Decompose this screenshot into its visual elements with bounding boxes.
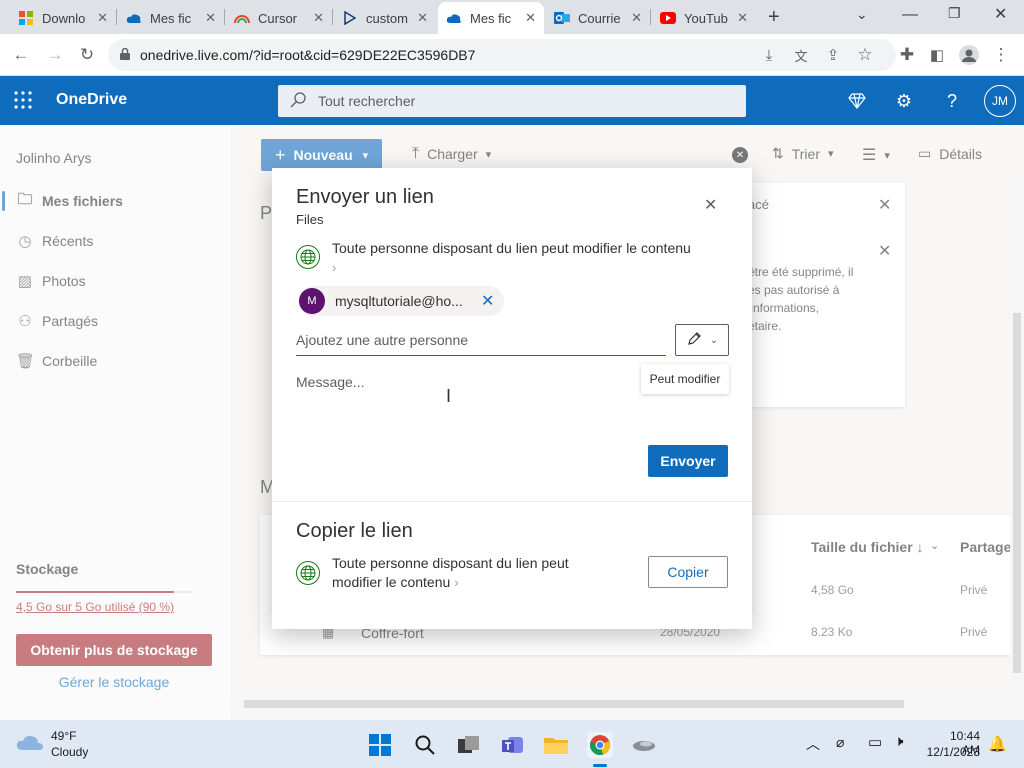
recipient-avatar: M — [299, 288, 325, 314]
address-toolbar: ← → ↻ onedrive.live.com/?id=root&cid=629… — [0, 34, 1024, 76]
extensions-puzzle-icon[interactable]: ✚ — [896, 44, 918, 66]
permission-tooltip: Peut modifier — [641, 364, 729, 394]
tab-custom[interactable]: custom ✕ — [334, 2, 436, 34]
share-icon[interactable]: ⇪ — [822, 44, 844, 66]
copy-link-title: Copier le lien — [296, 520, 413, 542]
browser-tab-strip: Downlo ✕ Mes fic ✕ Cursor ✕ custom ✕ Mes… — [0, 0, 1024, 34]
chevron-right-icon: › — [332, 260, 337, 275]
cloud-weather-icon[interactable] — [16, 732, 44, 755]
rainbow-icon — [234, 10, 250, 26]
play-arrow-icon — [342, 10, 358, 26]
copy-button[interactable]: Copier — [648, 556, 728, 588]
task-view-icon[interactable] — [456, 732, 482, 758]
volume-muted-icon[interactable]: 🕨 — [894, 733, 903, 750]
back-arrow-icon[interactable]: ← — [10, 44, 32, 66]
tab-courrier[interactable]: Courrie ✕ — [546, 2, 650, 34]
bookmark-star-icon[interactable]: ☆ — [854, 44, 876, 66]
file-explorer-icon[interactable] — [543, 732, 569, 758]
recipient-chip: M mysqltutoriale@ho... ✕ — [298, 286, 504, 316]
chevron-down-icon: ⌄ — [709, 334, 719, 346]
chevron-up-icon[interactable]: ︿ — [806, 734, 820, 754]
close-tab-icon[interactable]: ✕ — [631, 10, 642, 26]
add-person-input[interactable]: Ajoutez une autre personne — [296, 324, 666, 356]
profile-icon[interactable] — [958, 44, 980, 66]
avatar[interactable]: JM — [984, 85, 1016, 117]
close-window-icon[interactable]: ✕ — [994, 4, 1007, 24]
close-tab-icon[interactable]: ✕ — [97, 10, 108, 26]
premium-diamond-icon[interactable] — [846, 90, 868, 112]
clock-date[interactable]: 12/1/2023 — [922, 745, 980, 759]
search-icon[interactable] — [412, 732, 438, 758]
send-link-dialog: Envoyer un lien Files ✕ Toute personne d… — [272, 168, 752, 629]
mouse-app-icon[interactable] — [631, 732, 657, 758]
divider — [272, 501, 752, 502]
start-windows-icon[interactable] — [367, 732, 393, 758]
globe-icon — [296, 561, 320, 585]
outlook-icon — [554, 10, 570, 26]
url-text: onedrive.live.com/?id=root&cid=629DE22EC… — [140, 47, 476, 63]
settings-gear-icon[interactable]: ⚙ — [893, 90, 915, 112]
close-tab-icon[interactable]: ✕ — [525, 10, 536, 26]
tab-mes-fichiers-active[interactable]: Mes fic ✕ — [438, 2, 544, 34]
onedrive-cloud-icon — [446, 10, 462, 26]
pencil-icon — [686, 331, 702, 350]
teams-icon[interactable] — [500, 732, 526, 758]
app-launcher-icon[interactable] — [14, 91, 32, 112]
search-placeholder: Tout rechercher — [318, 93, 416, 109]
copy-link-permission-setting[interactable]: Toute personne disposant du lien peut mo… — [332, 554, 612, 592]
close-tab-icon[interactable]: ✕ — [205, 10, 216, 26]
install-app-icon[interactable]: ⤓ — [758, 44, 780, 66]
new-tab-icon[interactable]: + — [768, 6, 780, 29]
recipient-permission-button[interactable]: ⌄ — [675, 324, 729, 356]
notification-bell-icon[interactable]: 🔔 — [988, 735, 1007, 753]
chrome-icon[interactable] — [587, 732, 613, 758]
dialog-title: Envoyer un lien — [296, 186, 434, 208]
onedrive-cloud-icon — [126, 10, 142, 26]
onedrive-header: OneDrive Tout rechercher ⚙ ? JM — [0, 76, 1024, 125]
tab-mes-fichiers-1[interactable]: Mes fic ✕ — [118, 2, 224, 34]
link-permission-setting[interactable]: Toute personne disposant du lien peut mo… — [332, 239, 702, 277]
weather-condition[interactable]: Cloudy — [51, 745, 88, 759]
side-panel-icon[interactable]: ◧ — [926, 44, 948, 66]
dialog-subtitle: Files — [296, 212, 324, 227]
globe-icon — [296, 245, 320, 269]
windows-taskbar: 49°F Cloudy ︿ ⌀ ▭ 🕨 10:44 AM 12/1/2023 🔔 — [0, 720, 1024, 768]
translate-icon[interactable]: 文 — [790, 44, 812, 66]
search-box[interactable]: Tout rechercher — [278, 85, 746, 117]
close-dialog-icon[interactable]: ✕ — [704, 195, 717, 215]
windows-logo-icon — [18, 10, 34, 26]
recipient-email: mysqltutoriale@ho... — [335, 293, 463, 309]
app-brand[interactable]: OneDrive — [56, 91, 127, 109]
restore-icon[interactable]: ❐ — [948, 5, 961, 22]
forward-arrow-icon[interactable]: → — [44, 44, 66, 66]
minimize-icon[interactable]: — — [902, 6, 918, 24]
weather-temperature[interactable]: 49°F — [51, 729, 76, 743]
search-icon — [290, 91, 306, 111]
send-button[interactable]: Envoyer — [648, 445, 728, 477]
network-off-icon[interactable]: ⌀ — [836, 734, 844, 751]
remove-recipient-icon[interactable]: ✕ — [481, 291, 494, 311]
reload-icon[interactable]: ↻ — [76, 44, 98, 66]
tab-youtube[interactable]: YouTub ✕ — [652, 2, 756, 34]
message-input[interactable]: Message... — [296, 374, 364, 390]
tab-cursor[interactable]: Cursor ✕ — [226, 2, 332, 34]
active-app-indicator — [593, 764, 607, 767]
close-tab-icon[interactable]: ✕ — [417, 10, 428, 26]
display-icon[interactable]: ▭ — [868, 733, 882, 751]
close-tab-icon[interactable]: ✕ — [737, 10, 748, 26]
chevron-right-icon: › — [454, 575, 459, 590]
youtube-icon — [660, 10, 676, 26]
close-tab-icon[interactable]: ✕ — [313, 10, 324, 26]
tab-downloads[interactable]: Downlo ✕ — [10, 2, 116, 34]
browser-menu-icon[interactable]: ⋮ — [990, 44, 1012, 66]
tab-search-chevron-icon[interactable]: ⌄ — [856, 6, 868, 23]
lock-icon — [120, 47, 130, 63]
text-cursor-icon: I — [446, 386, 452, 406]
help-icon[interactable]: ? — [941, 90, 963, 112]
